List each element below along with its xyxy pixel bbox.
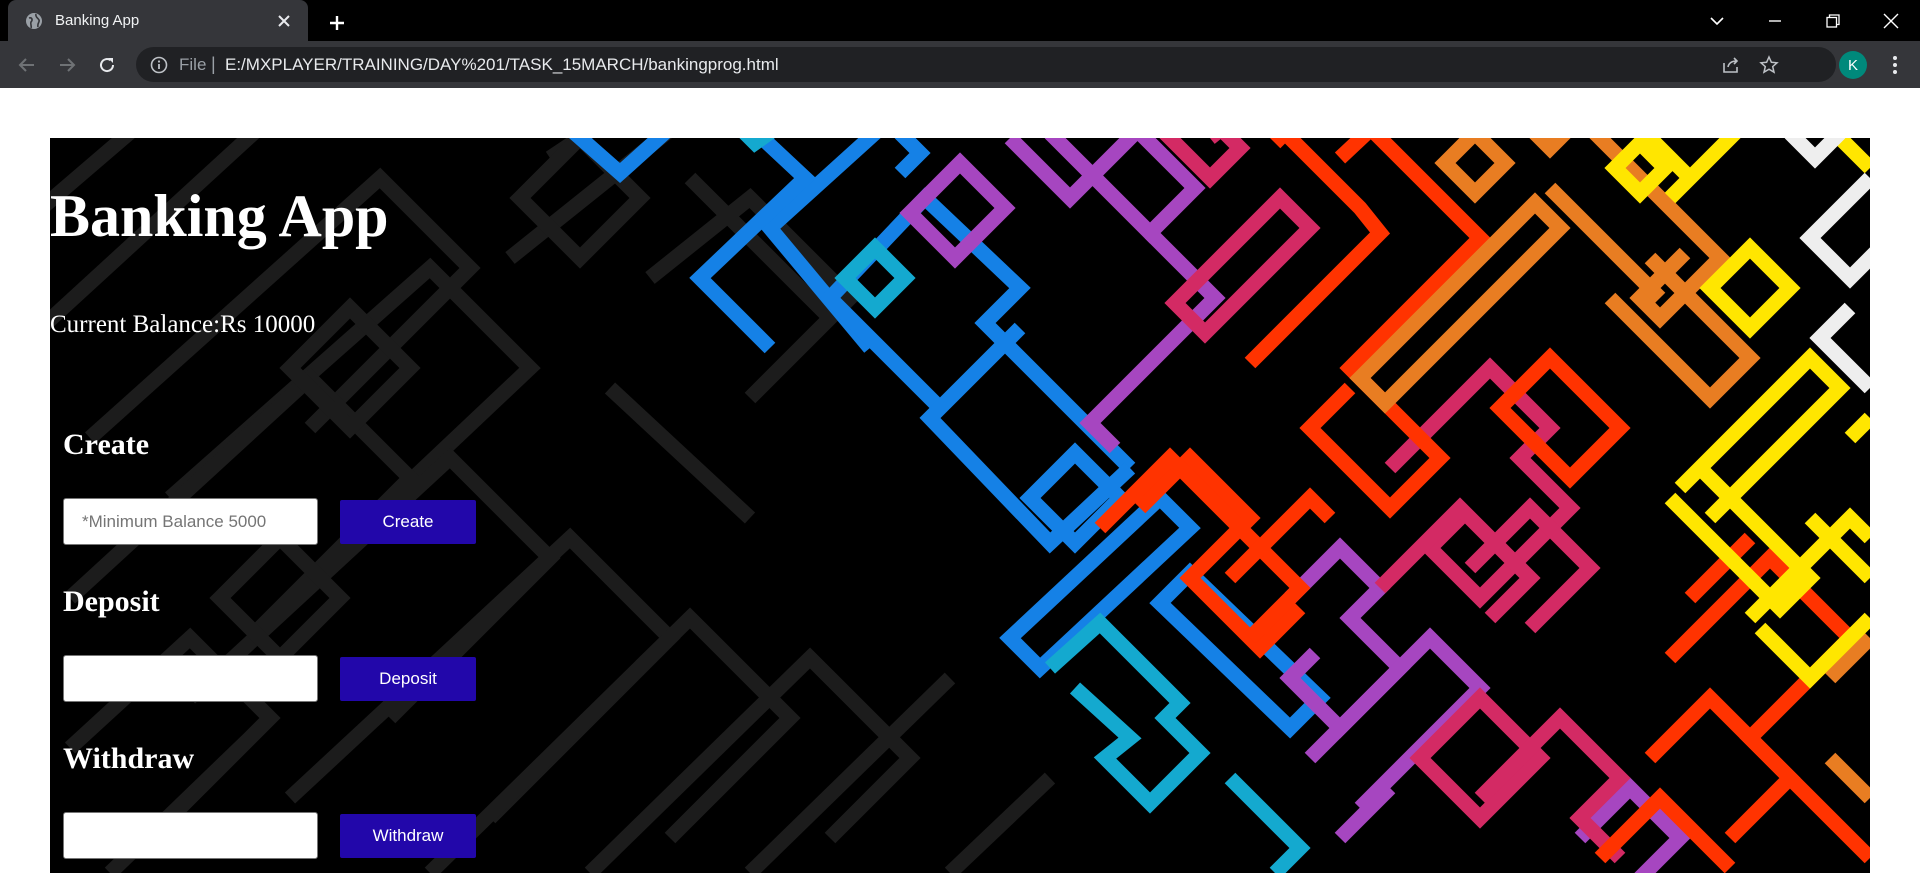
new-tab-icon[interactable] [324,10,350,36]
forward-arrow-icon[interactable] [52,50,82,80]
page-viewport: Banking App Current Balance:Rs 10000 Cre… [0,88,1920,896]
browser-toolbar: File | E:/MXPLAYER/TRAINING/DAY%201/TASK… [0,41,1920,88]
tab-title: Banking App [55,12,140,29]
address-scheme-label: File [179,55,207,74]
deposit-button[interactable]: Deposit [340,657,476,701]
banking-form: Banking App Current Balance:Rs 10000 Cre… [50,138,1870,873]
browser-menu-icon[interactable] [1880,50,1910,80]
address-separator: | [211,54,216,74]
deposit-heading: Deposit [63,585,160,618]
minimize-icon[interactable] [1746,0,1804,41]
share-icon[interactable] [1721,55,1741,75]
create-amount-input[interactable] [63,498,318,545]
close-window-icon[interactable] [1862,0,1920,41]
current-balance-text: Current Balance:Rs 10000 [50,311,316,338]
browser-tab[interactable]: Banking App [8,0,308,41]
profile-avatar[interactable]: K [1839,51,1867,79]
bookmark-star-icon[interactable] [1759,55,1779,75]
address-bar[interactable]: File | E:/MXPLAYER/TRAINING/DAY%201/TASK… [136,47,1836,82]
page-title: Banking App [50,183,389,249]
reload-icon[interactable] [92,50,122,80]
deposit-amount-input[interactable] [63,655,318,702]
globe-icon [25,12,43,30]
withdraw-button[interactable]: Withdraw [340,814,476,858]
withdraw-heading: Withdraw [63,742,195,775]
browser-title-bar: Banking App [0,0,1920,41]
window-controls [1688,0,1920,41]
banking-app-container: Banking App Current Balance:Rs 10000 Cre… [50,138,1870,873]
address-url[interactable]: E:/MXPLAYER/TRAINING/DAY%201/TASK_15MARC… [225,55,779,75]
back-arrow-icon[interactable] [12,50,42,80]
info-icon[interactable] [150,56,168,74]
withdraw-amount-input[interactable] [63,812,318,859]
restore-icon[interactable] [1804,0,1862,41]
tab-search-icon[interactable] [1688,0,1746,41]
close-tab-icon[interactable] [274,11,294,31]
create-heading: Create [63,428,150,461]
create-button[interactable]: Create [340,500,476,544]
